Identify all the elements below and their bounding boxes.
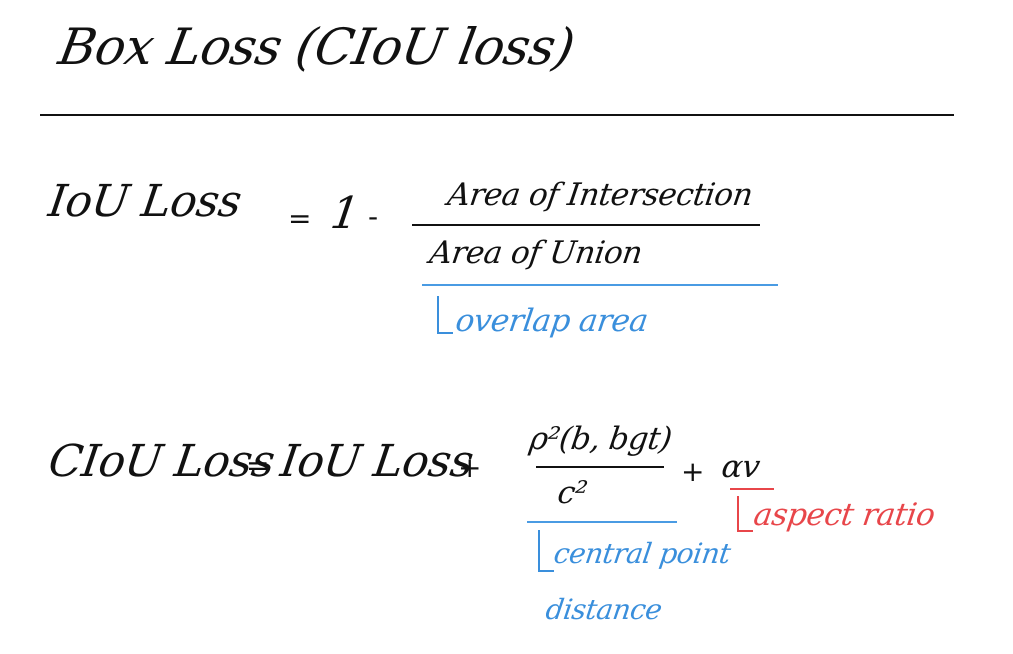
iou-numerator: Area of Intersection <box>445 177 755 213</box>
ciou-fraction-bar <box>536 466 664 468</box>
central-point-annotation: central point <box>551 537 733 570</box>
overlap-area-underline <box>422 284 778 286</box>
iou-equals-sign: = <box>288 202 312 235</box>
ciou-iou-term: IoU Loss <box>277 436 477 487</box>
iou-minus-sign: - <box>368 200 379 233</box>
title-underline <box>40 114 954 116</box>
aspect-ratio-bracket <box>737 496 753 532</box>
ciou-numerator: ρ²(b, bgt) <box>527 421 674 457</box>
ciou-loss-lhs: CIoU Loss <box>45 436 278 487</box>
overlap-area-bracket <box>437 296 453 334</box>
ciou-plus-sign-2: + <box>681 455 705 488</box>
alpha-v-term: αv <box>719 449 762 485</box>
ciou-equals-sign: = <box>246 449 270 482</box>
distance-annotation: distance <box>543 593 664 626</box>
aspect-ratio-annotation: aspect ratio <box>751 497 938 533</box>
ciou-denominator: c² <box>555 475 590 511</box>
central-point-underline <box>527 521 677 523</box>
iou-loss-lhs: IoU Loss <box>45 176 245 227</box>
page-title: Box Loss (CIoU loss) <box>54 18 579 76</box>
aspect-ratio-underline <box>730 488 774 490</box>
iou-denominator: Area of Union <box>427 235 645 271</box>
overlap-area-annotation: overlap area <box>453 303 650 339</box>
ciou-plus-sign-1: + <box>458 451 482 484</box>
iou-one: 1 <box>327 188 363 239</box>
handwritten-notes-page: Box Loss (CIoU loss) IoU Loss = 1 - Area… <box>0 0 1013 654</box>
iou-fraction-bar <box>412 224 760 226</box>
